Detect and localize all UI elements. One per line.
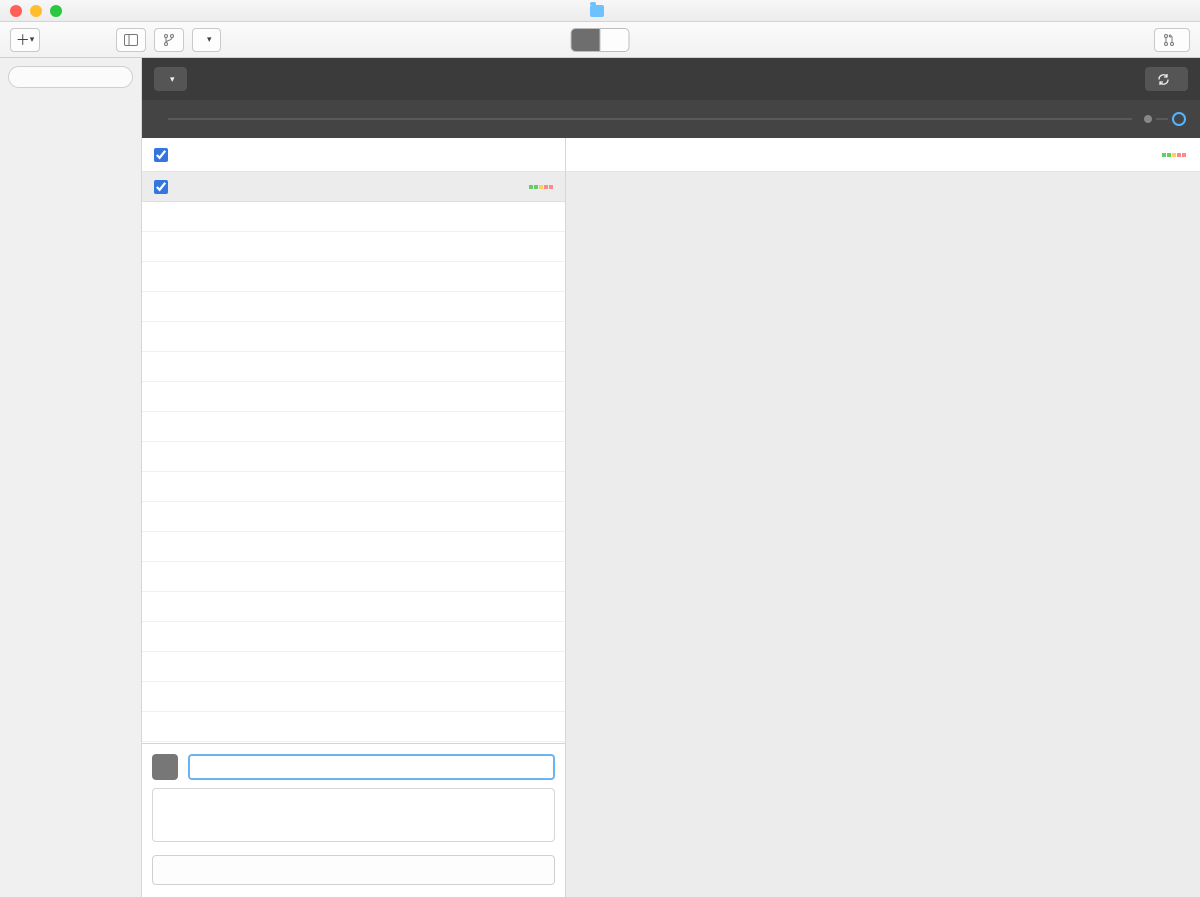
file-checkbox[interactable] — [154, 180, 168, 194]
sidebar — [0, 58, 142, 897]
toggle-sidebar-button[interactable] — [116, 28, 146, 52]
diff-header — [566, 138, 1200, 172]
sync-icon — [1157, 73, 1170, 86]
select-all-checkbox[interactable] — [154, 148, 168, 162]
changes-header — [142, 138, 565, 172]
close-icon[interactable] — [10, 5, 22, 17]
timeline-head-ring[interactable] — [1172, 112, 1186, 126]
diff-pane — [566, 138, 1200, 897]
window-controls — [10, 5, 62, 17]
timeline-line[interactable] — [168, 118, 1132, 120]
diff-indicator — [529, 185, 553, 189]
titlebar — [0, 0, 1200, 22]
commit-description-input[interactable] — [152, 788, 555, 842]
branch-dropdown[interactable]: ▾ — [192, 28, 221, 52]
timeline-bar — [142, 100, 1200, 138]
commit-button[interactable] — [152, 855, 555, 885]
tab-changes[interactable] — [572, 29, 600, 51]
timeline-commit-dot[interactable] — [1144, 115, 1152, 123]
sidebar-section-label — [0, 96, 141, 104]
branch-button[interactable] — [154, 28, 184, 52]
avatar — [152, 754, 178, 780]
compare-button[interactable]: ▾ — [154, 67, 187, 91]
tab-history[interactable] — [600, 29, 629, 51]
panel-icon — [124, 34, 138, 46]
diff-indicator — [1162, 153, 1186, 157]
pull-request-icon — [1163, 33, 1175, 47]
chevron-down-icon: ▾ — [207, 34, 212, 45]
window-title — [590, 5, 610, 17]
compare-bar: ▾ — [142, 58, 1200, 100]
branch-icon — [163, 33, 175, 47]
chevron-down-icon: ▾ — [170, 74, 175, 85]
sync-button[interactable] — [1145, 67, 1188, 91]
view-segmented — [571, 28, 630, 52]
toolbar: ＋▾ ▾ — [0, 22, 1200, 58]
filter-repos-input[interactable] — [8, 66, 133, 88]
pull-request-button[interactable] — [1154, 28, 1190, 52]
maximize-icon[interactable] — [50, 5, 62, 17]
empty-file-list — [142, 202, 565, 743]
plus-icon: ＋ — [16, 33, 30, 47]
chevron-down-icon: ▾ — [30, 34, 35, 45]
changed-file-row[interactable] — [142, 172, 565, 202]
add-button[interactable]: ＋▾ — [10, 28, 40, 52]
folder-icon — [590, 5, 604, 17]
commit-box — [142, 743, 565, 897]
minimize-icon[interactable] — [30, 5, 42, 17]
repo-list[interactable] — [0, 104, 141, 897]
commit-summary-input[interactable] — [188, 754, 555, 780]
changes-pane — [142, 138, 566, 897]
